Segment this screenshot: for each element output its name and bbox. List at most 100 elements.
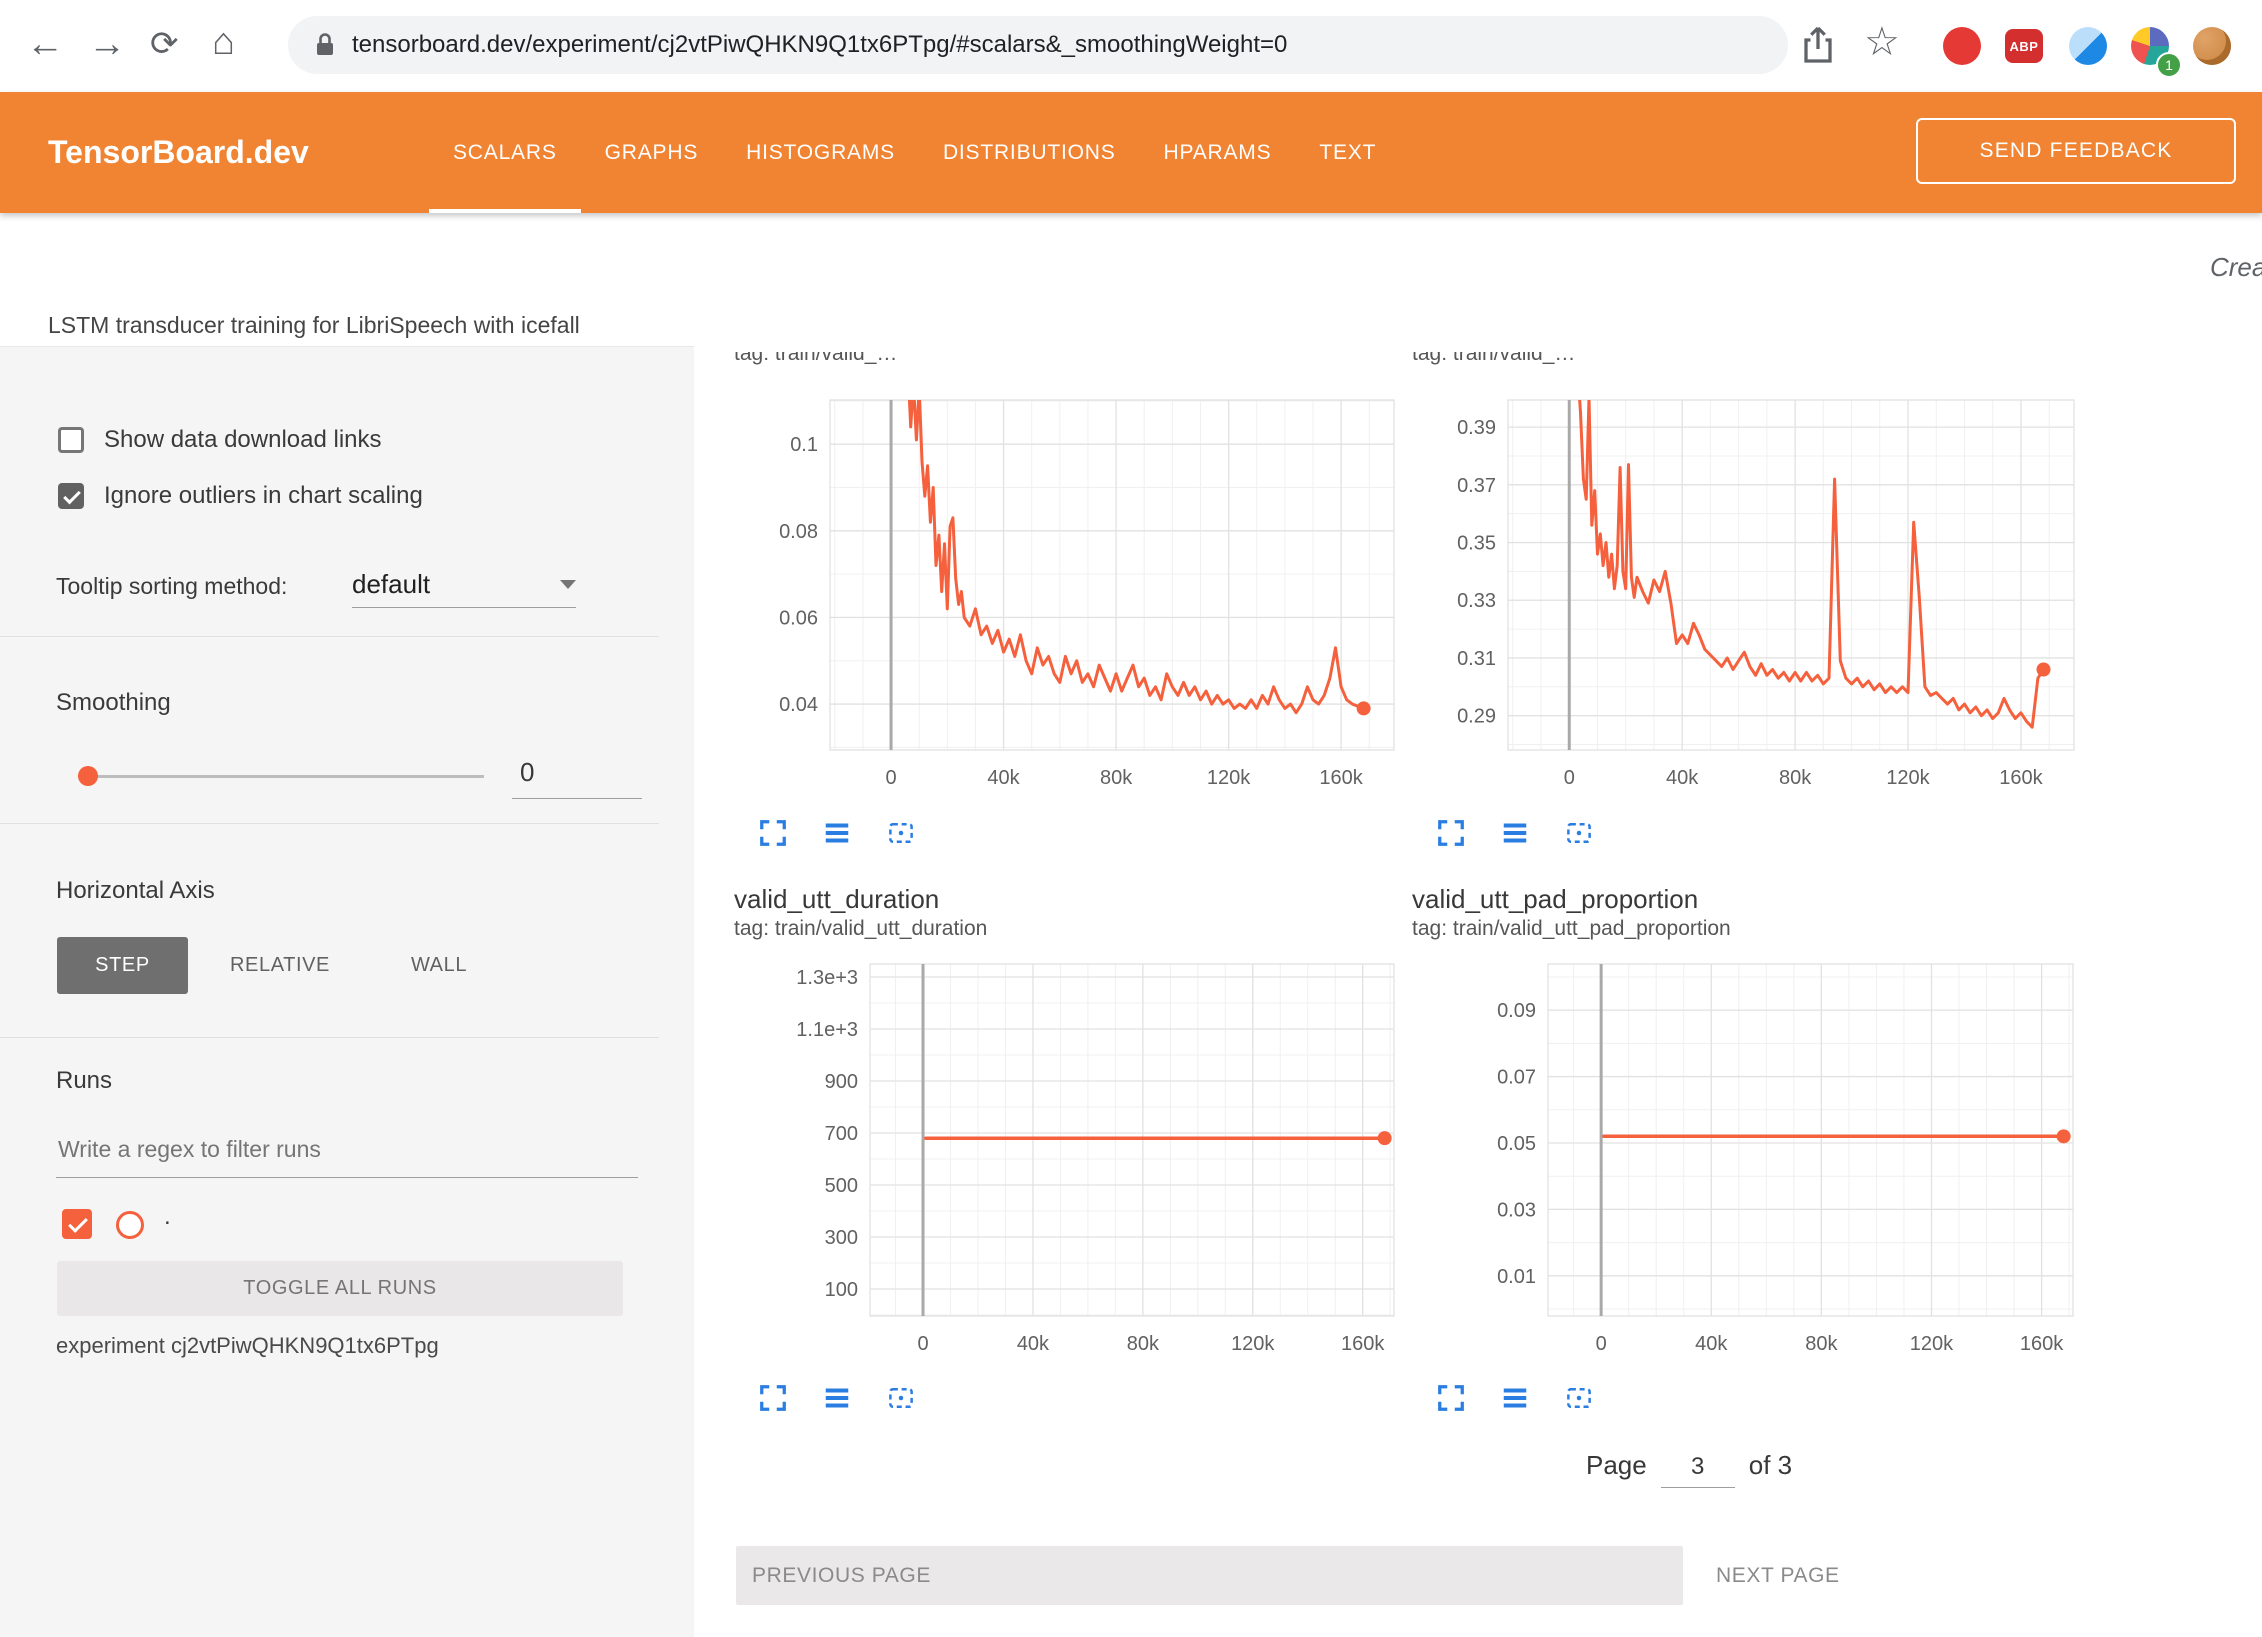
tab-hparams[interactable]: HPARAMS xyxy=(1140,92,1296,213)
extension-abp-icon[interactable]: ABP xyxy=(2005,29,2043,63)
url-bar[interactable]: tensorboard.dev/experiment/cj2vtPiwQHKN9… xyxy=(288,16,1788,74)
svg-text:40k: 40k xyxy=(987,767,1020,789)
svg-text:80k: 80k xyxy=(1127,1333,1160,1355)
chart-tag: tag: train/valid_utt_pad_proportion xyxy=(1412,917,1731,941)
chart-bottom-left[interactable]: 1003005007009001.1e+31.3e+3040k80k120k16… xyxy=(734,944,1414,1358)
divider xyxy=(0,823,659,824)
tab-graphs[interactable]: GRAPHS xyxy=(581,92,723,213)
show-download-links-row[interactable]: Show data download links xyxy=(58,426,382,454)
reload-icon[interactable]: ⟳ xyxy=(150,24,179,64)
expand-icon[interactable] xyxy=(758,818,788,848)
svg-text:160k: 160k xyxy=(1999,767,2043,789)
page-number-input[interactable] xyxy=(1661,1452,1735,1488)
svg-text:0.08: 0.08 xyxy=(779,521,818,543)
chart-top-right[interactable]: 0.290.310.330.350.370.39040k80k120k160k xyxy=(1412,380,2092,792)
ignore-outliers-checkbox[interactable] xyxy=(58,483,84,509)
chart-title: valid_utt_duration xyxy=(734,884,939,915)
svg-text:0.03: 0.03 xyxy=(1497,1199,1536,1221)
next-page-button[interactable]: NEXT PAGE xyxy=(1700,1546,1856,1605)
svg-text:0.04: 0.04 xyxy=(779,694,818,716)
fit-to-frame-icon[interactable] xyxy=(1564,818,1594,848)
extension-blue-icon[interactable] xyxy=(2069,27,2107,65)
svg-text:0.29: 0.29 xyxy=(1457,706,1496,728)
axis-wall-button[interactable]: WALL xyxy=(374,937,504,994)
svg-text:120k: 120k xyxy=(1886,767,1930,789)
svg-text:100: 100 xyxy=(825,1279,858,1301)
ignore-outliers-row[interactable]: Ignore outliers in chart scaling xyxy=(58,482,423,510)
svg-text:500: 500 xyxy=(825,1175,858,1197)
cookie-icon[interactable] xyxy=(2193,27,2231,65)
svg-text:40k: 40k xyxy=(1695,1333,1728,1355)
previous-page-button[interactable]: PREVIOUS PAGE xyxy=(736,1546,1683,1605)
svg-text:0.01: 0.01 xyxy=(1497,1266,1536,1288)
url-text: tensorboard.dev/experiment/cj2vtPiwQHKN9… xyxy=(352,31,1287,59)
svg-text:0: 0 xyxy=(917,1333,928,1355)
smoothing-value-input[interactable] xyxy=(512,751,642,799)
chart-top-left[interactable]: 0.040.060.080.1040k80k120k160k xyxy=(734,380,1414,792)
expand-icon[interactable] xyxy=(758,1383,788,1413)
data-table-icon[interactable] xyxy=(822,818,852,848)
svg-text:80k: 80k xyxy=(1805,1333,1838,1355)
home-icon[interactable]: ⌂ xyxy=(212,22,235,62)
horizontal-axis-label: Horizontal Axis xyxy=(56,877,215,905)
tab-distributions[interactable]: DISTRIBUTIONS xyxy=(919,92,1140,213)
svg-text:40k: 40k xyxy=(1666,767,1699,789)
chart-toolbar xyxy=(1436,1383,1594,1413)
svg-text:1.1e+3: 1.1e+3 xyxy=(796,1019,858,1041)
tab-histograms[interactable]: HISTOGRAMS xyxy=(722,92,919,213)
bookmark-star-icon[interactable]: ☆ xyxy=(1864,22,1900,62)
svg-text:0: 0 xyxy=(885,767,896,789)
expand-icon[interactable] xyxy=(1436,1383,1466,1413)
chart-tag: tag: train/valid_utt_duration xyxy=(734,917,987,941)
fit-to-frame-icon[interactable] xyxy=(886,1383,916,1413)
ignore-outliers-label: Ignore outliers in chart scaling xyxy=(104,482,423,510)
slider-thumb[interactable] xyxy=(78,766,98,786)
extension-adblock-icon[interactable] xyxy=(1943,27,1981,65)
divider xyxy=(0,1037,659,1038)
show-download-links-checkbox[interactable] xyxy=(58,427,84,453)
svg-text:160k: 160k xyxy=(1319,767,1363,789)
run-color-swatch xyxy=(116,1211,144,1239)
share-icon[interactable] xyxy=(1800,25,1836,67)
app-header: TensorBoard.dev SCALARS GRAPHS HISTOGRAM… xyxy=(0,92,2262,213)
svg-text:0.1: 0.1 xyxy=(790,434,818,456)
smoothing-label: Smoothing xyxy=(56,689,171,717)
expand-icon[interactable] xyxy=(1436,818,1466,848)
tooltip-sorting-dropdown[interactable]: default xyxy=(352,561,576,608)
toggle-all-runs-button[interactable]: TOGGLE ALL RUNS xyxy=(57,1261,623,1316)
svg-text:1.3e+3: 1.3e+3 xyxy=(796,967,858,989)
svg-text:120k: 120k xyxy=(1207,767,1251,789)
back-icon[interactable]: ← xyxy=(26,24,64,64)
tooltip-sorting-value: default xyxy=(352,569,430,600)
axis-relative-button[interactable]: RELATIVE xyxy=(200,937,360,994)
chevron-down-icon xyxy=(560,580,576,589)
chart-toolbar xyxy=(1436,818,1594,848)
data-table-icon[interactable] xyxy=(822,1383,852,1413)
runs-filter-input[interactable] xyxy=(56,1121,638,1178)
data-table-icon[interactable] xyxy=(1500,1383,1530,1413)
extension-notification-badge: 1 xyxy=(2156,52,2182,78)
truncated-right-text: Crea xyxy=(2210,252,2262,283)
svg-text:0.39: 0.39 xyxy=(1457,417,1496,439)
svg-text:0.37: 0.37 xyxy=(1457,475,1496,497)
fit-to-frame-icon[interactable] xyxy=(1564,1383,1594,1413)
lock-icon xyxy=(314,32,336,58)
svg-text:0.31: 0.31 xyxy=(1457,648,1496,670)
show-download-links-label: Show data download links xyxy=(104,426,382,454)
svg-text:0.33: 0.33 xyxy=(1457,590,1496,612)
svg-text:160k: 160k xyxy=(1341,1333,1385,1355)
tab-text[interactable]: TEXT xyxy=(1295,92,1400,213)
svg-text:0.09: 0.09 xyxy=(1497,1000,1536,1022)
run-checkbox[interactable] xyxy=(62,1209,92,1239)
smoothing-slider[interactable] xyxy=(78,765,484,787)
fit-to-frame-icon[interactable] xyxy=(886,818,916,848)
runs-label: Runs xyxy=(56,1067,112,1095)
divider xyxy=(0,636,659,637)
data-table-icon[interactable] xyxy=(1500,818,1530,848)
tab-scalars[interactable]: SCALARS xyxy=(429,92,581,213)
chart-bottom-right[interactable]: 0.010.030.050.070.09040k80k120k160k xyxy=(1412,944,2092,1358)
send-feedback-button[interactable]: SEND FEEDBACK xyxy=(1916,118,2236,184)
forward-icon[interactable]: → xyxy=(88,24,126,64)
svg-text:0.06: 0.06 xyxy=(779,607,818,629)
axis-step-button[interactable]: STEP xyxy=(57,937,188,994)
